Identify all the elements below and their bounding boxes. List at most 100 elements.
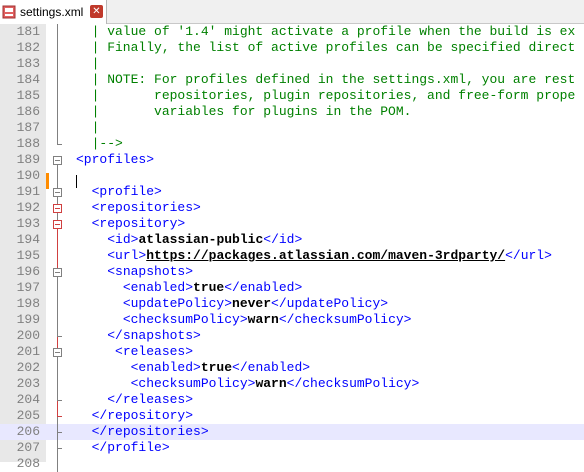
line-number: 189 [16,152,40,167]
code-editor[interactable]: 181 | value of '1.4' might activate a pr… [0,24,584,472]
line-text: | repositories, plugin repositories, and… [76,88,576,103]
line-number: 208 [16,456,40,471]
code-line[interactable]: 201 <releases> [0,344,584,360]
tab-title: settings.xml [20,5,84,19]
tab-settings-xml[interactable]: settings.xml ✕ [0,0,107,24]
code-line[interactable]: 206 </repositories> [0,424,584,440]
code-line[interactable]: 204 </releases> [0,392,584,408]
line-number: 188 [16,136,40,151]
fold-end-tick [57,336,62,337]
line-text: </profile> [91,440,170,455]
fold-toggle-icon[interactable] [53,188,62,197]
line-number: 181 [16,24,40,39]
code-line[interactable]: 182 | Finally, the list of active profil… [0,40,584,56]
code-line[interactable]: 194 <id>atlassian-public</id> [0,232,584,248]
code-line[interactable]: 181 | value of '1.4' might activate a pr… [0,24,584,40]
code-line[interactable]: 185 | repositories, plugin repositories,… [0,88,584,104]
line-text: | [76,120,100,135]
line-text: <updatePolicy>never</updatePolicy> [122,296,389,311]
code-line[interactable]: 203 <checksumPolicy>warn</checksumPolicy… [0,376,584,392]
code-line[interactable]: 193 <repository> [0,216,584,232]
line-text: | variables for plugins in the POM. [76,104,412,119]
fold-end-tick [57,144,62,145]
fold-end-tick [57,432,62,433]
change-marker [46,173,49,189]
line-text: <repository> [91,216,186,231]
fold-toggle-icon[interactable] [53,156,62,165]
line-text: | NOTE: For profiles defined in the sett… [76,72,576,87]
line-number: 182 [16,40,40,55]
line-text: </repository> [91,408,194,423]
line-number: 205 [16,408,40,423]
line-number: 201 [16,344,40,359]
line-text: <profile> [91,184,162,199]
line-text: <id>atlassian-public</id> [107,232,303,247]
code-line[interactable]: 196 <snapshots> [0,264,584,280]
line-number: 190 [16,168,40,183]
fold-toggle-icon[interactable] [53,268,62,277]
fold-toggle-icon[interactable] [53,220,62,229]
code-line[interactable]: 183 | [0,56,584,72]
line-text: | Finally, the list of active profiles c… [76,40,576,55]
fold-line [57,357,58,400]
xml-file-icon [2,5,16,19]
line-text: |--> [76,136,123,151]
line-text: </releases> [107,392,194,407]
line-text: <enabled>true</enabled> [122,280,303,295]
line-number: 193 [16,216,40,231]
line-number: 198 [16,296,40,311]
code-line[interactable]: 188 |--> [0,136,584,152]
line-text: <url>https://packages.atlassian.com/mave… [107,248,552,263]
close-icon[interactable]: ✕ [90,5,103,18]
line-number: 183 [16,56,40,71]
line-number: 194 [16,232,40,247]
code-line[interactable]: 198 <updatePolicy>never</updatePolicy> [0,296,584,312]
line-text: <profiles> [76,152,155,167]
line-number: 192 [16,200,40,215]
line-text: <checksumPolicy>warn</checksumPolicy> [122,312,412,327]
line-text: | [76,56,100,71]
line-number: 207 [16,440,40,455]
line-text: <snapshots> [107,264,194,279]
code-line[interactable]: 190 [0,168,584,184]
fold-end-tick [57,448,62,449]
code-line[interactable]: 197 <enabled>true</enabled> [0,280,584,296]
code-line[interactable]: 192 <repositories> [0,200,584,216]
line-number: 185 [16,88,40,103]
line-number: 200 [16,328,40,343]
line-number: 187 [16,120,40,135]
code-line[interactable]: 200 </snapshots> [0,328,584,344]
code-line[interactable]: 184 | NOTE: For profiles defined in the … [0,72,584,88]
line-number: 197 [16,280,40,295]
line-number: 186 [16,104,40,119]
line-number: 196 [16,264,40,279]
line-number: 184 [16,72,40,87]
fold-toggle-icon[interactable] [53,204,62,213]
code-line[interactable]: 187 | [0,120,584,136]
line-number: 191 [16,184,40,199]
line-text: <repositories> [91,200,201,215]
code-line[interactable]: 208 [0,456,584,472]
code-line[interactable]: 205 </repository> [0,408,584,424]
code-line[interactable]: 189 <profiles> [0,152,584,168]
code-line[interactable]: 195 <url>https://packages.atlassian.com/… [0,248,584,264]
line-number: 202 [16,360,40,375]
fold-line [57,277,58,336]
code-line[interactable]: 186 | variables for plugins in the POM. [0,104,584,120]
line-text: <enabled>true</enabled> [130,360,311,375]
line-text: <checksumPolicy>warn</checksumPolicy> [130,376,420,391]
fold-line [57,24,58,144]
line-number: 206 [16,424,40,439]
fold-end-tick [57,400,62,401]
code-line[interactable]: 202 <enabled>true</enabled> [0,360,584,376]
line-text: | value of '1.4' might activate a profil… [76,24,576,39]
code-line[interactable]: 191 <profile> [0,184,584,200]
line-text: </snapshots> [107,328,201,343]
code-line[interactable]: 207 </profile> [0,440,584,456]
line-number: 203 [16,376,40,391]
code-line[interactable]: 199 <checksumPolicy>warn</checksumPolicy… [0,312,584,328]
text-caret [76,175,77,188]
fold-toggle-icon[interactable] [53,348,62,357]
line-number: 195 [16,248,40,263]
line-text: <releases> [115,344,194,359]
